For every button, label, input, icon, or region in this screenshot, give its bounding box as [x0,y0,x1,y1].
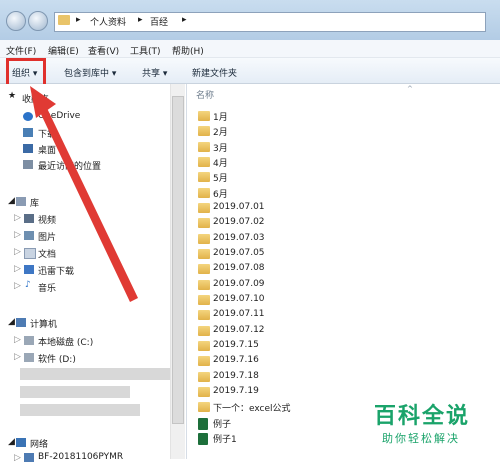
watermark-title: 百科全说 [374,404,471,429]
arrow-shaft [39,104,138,302]
annotation-arrow [30,86,138,302]
watermark-subtitle: 助你轻松解决 [382,432,460,445]
